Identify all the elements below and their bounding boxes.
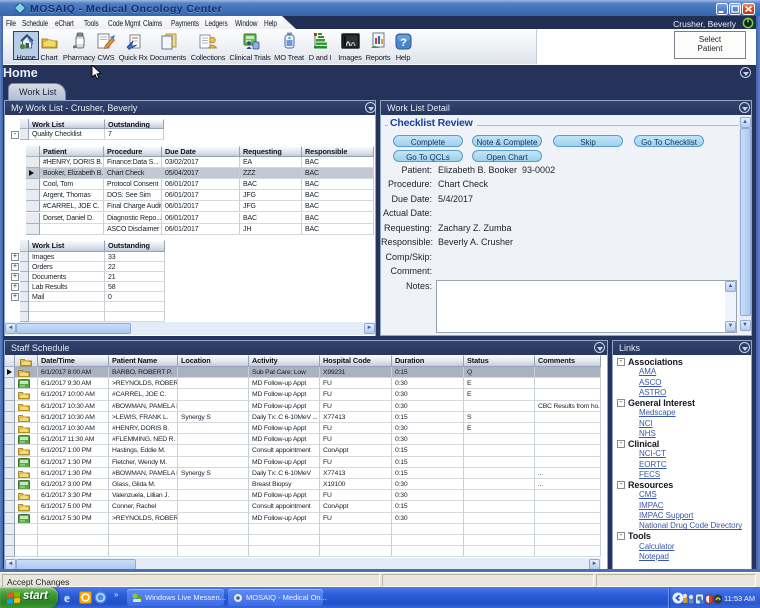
svg-text:?: ?	[400, 37, 407, 49]
